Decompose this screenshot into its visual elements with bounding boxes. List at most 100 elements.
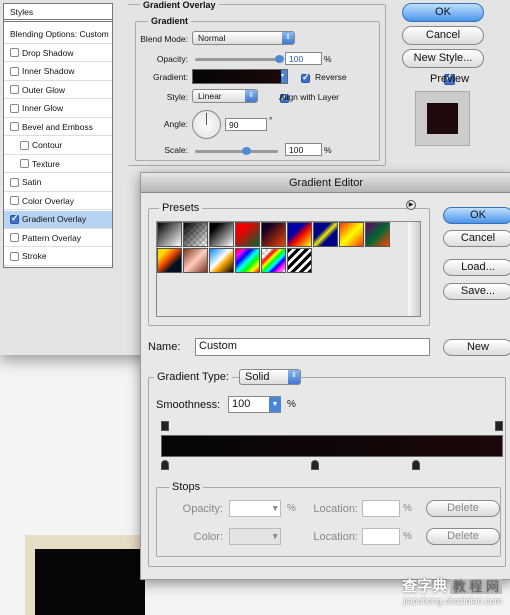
- preset-swatch[interactable]: [183, 248, 208, 273]
- style-item-label: Inner Shadow: [22, 66, 75, 76]
- dropdown-arrow-icon[interactable]: ▼: [271, 531, 279, 541]
- preset-swatch[interactable]: [287, 248, 312, 273]
- cancel-button[interactable]: Cancel: [402, 26, 484, 45]
- opacity-slider-knob[interactable]: [275, 55, 284, 63]
- opacity-label: Opacity:: [156, 54, 188, 64]
- dropdown-arrow-icon[interactable]: ▼: [271, 503, 279, 513]
- preset-swatch[interactable]: [261, 248, 286, 273]
- align-with-layer-label: Align with Layer: [279, 92, 340, 102]
- updown-arrow-icon: ⇕: [288, 370, 300, 384]
- preset-swatch[interactable]: [157, 222, 182, 247]
- style-item[interactable]: Styles: [4, 4, 112, 22]
- style-checkbox[interactable]: [10, 85, 19, 94]
- style-checkbox[interactable]: [10, 177, 19, 187]
- opacity-stop[interactable]: [495, 421, 503, 431]
- name-input[interactable]: Custom: [195, 338, 430, 356]
- style-item[interactable]: Outer Glow: [4, 81, 112, 99]
- preview-label: Preview: [430, 73, 470, 85]
- style-checkbox[interactable]: [10, 66, 19, 76]
- style-item[interactable]: Satin: [4, 174, 112, 192]
- preset-swatch[interactable]: [365, 222, 390, 247]
- color-stop[interactable]: [311, 460, 320, 470]
- preset-swatch[interactable]: [209, 248, 234, 273]
- delete-opacity-stop-button[interactable]: Delete: [426, 500, 500, 517]
- dropdown-arrow-icon[interactable]: ▾: [281, 70, 287, 83]
- preset-swatch[interactable]: [287, 222, 312, 247]
- scale-slider-knob[interactable]: [242, 147, 251, 155]
- style-item-label: Gradient Overlay: [22, 214, 87, 224]
- style-select[interactable]: Linear ⇕: [192, 89, 258, 103]
- opacity-stop[interactable]: [161, 421, 169, 431]
- style-checkbox[interactable]: [10, 103, 19, 113]
- style-item[interactable]: Stroke: [4, 248, 112, 266]
- cancel-button[interactable]: Cancel: [443, 230, 510, 247]
- opacity-slider[interactable]: [195, 55, 284, 63]
- canvas-image: [25, 535, 145, 615]
- opacity-input[interactable]: 100: [285, 52, 322, 65]
- delete-color-stop-button[interactable]: Delete: [426, 528, 500, 545]
- style-item-label: Drop Shadow: [22, 47, 74, 58]
- style-item[interactable]: Gradient Overlay: [4, 210, 112, 229]
- style-item-label: Outer Glow: [22, 84, 65, 95]
- style-label: Style:: [166, 92, 188, 102]
- preset-swatch[interactable]: [235, 248, 260, 273]
- style-item[interactable]: Bevel and Emboss: [4, 118, 112, 136]
- preset-swatch[interactable]: [157, 248, 182, 273]
- color-stop[interactable]: [411, 460, 420, 470]
- presets-scrollbar[interactable]: [408, 222, 420, 316]
- watermark-text: 查字典: [402, 578, 448, 595]
- scale-slider[interactable]: [195, 147, 278, 155]
- style-checkbox[interactable]: [10, 213, 19, 224]
- style-item[interactable]: Inner Shadow: [4, 63, 112, 81]
- style-checkbox[interactable]: [10, 251, 19, 261]
- reverse-checkbox[interactable]: [301, 72, 310, 83]
- blend-mode-select[interactable]: Normal ⇕: [192, 31, 295, 45]
- style-item[interactable]: Texture: [4, 155, 112, 173]
- blend-mode-label: Blend Mode:: [140, 34, 188, 44]
- style-value: Linear: [198, 91, 222, 101]
- preset-swatch[interactable]: [339, 222, 364, 247]
- color-location-input[interactable]: [362, 528, 400, 545]
- angle-input[interactable]: 90: [225, 118, 267, 131]
- preset-swatch[interactable]: [235, 222, 260, 247]
- style-checkbox[interactable]: [10, 233, 19, 242]
- scale-input[interactable]: 100: [285, 143, 322, 156]
- style-checkbox[interactable]: [10, 48, 19, 57]
- style-item[interactable]: Blending Options: Custom: [4, 26, 112, 44]
- new-button[interactable]: New: [443, 339, 510, 356]
- style-item-label: Inner Glow: [22, 103, 64, 113]
- angle-dial[interactable]: [192, 110, 221, 139]
- style-checkbox[interactable]: [20, 159, 29, 168]
- style-checkbox[interactable]: [10, 196, 19, 205]
- style-item[interactable]: Pattern Overlay: [4, 229, 112, 247]
- window-title: Gradient Editor: [141, 173, 510, 193]
- preset-swatch[interactable]: [261, 222, 286, 247]
- style-item[interactable]: Drop Shadow: [4, 44, 112, 62]
- ok-button[interactable]: OK: [443, 207, 510, 224]
- preset-swatch[interactable]: [183, 222, 208, 247]
- preset-swatch[interactable]: [313, 222, 338, 247]
- new-style-button[interactable]: New Style...: [402, 49, 484, 68]
- preset-swatch[interactable]: [209, 222, 234, 247]
- style-item[interactable]: Inner Glow: [4, 100, 112, 118]
- presets-menu-icon[interactable]: ▶: [406, 200, 416, 210]
- load-button[interactable]: Load...: [443, 259, 510, 276]
- style-checkbox[interactable]: [20, 140, 29, 150]
- gradient-editor-window: Gradient Editor Presets ▶ OK Cancel Load…: [140, 172, 510, 580]
- gradient-picker[interactable]: ▾: [192, 69, 288, 84]
- ok-button[interactable]: OK: [402, 3, 484, 22]
- style-item[interactable]: Color Overlay: [4, 192, 112, 210]
- scale-label: Scale:: [164, 145, 188, 155]
- color-stop[interactable]: [161, 460, 169, 470]
- dropdown-arrow-icon[interactable]: ▼: [269, 397, 281, 412]
- opacity-location-input[interactable]: [362, 500, 400, 517]
- opacity-location-label: Location:: [313, 503, 358, 515]
- section-title: Gradient Overlay: [140, 0, 219, 10]
- style-item[interactable]: Contour: [4, 137, 112, 155]
- gradient-type-value: Solid: [245, 371, 270, 383]
- save-button[interactable]: Save...: [443, 283, 510, 300]
- gradient-bar[interactable]: [161, 435, 503, 457]
- style-item-label: Stroke: [22, 251, 47, 261]
- gradient-type-select[interactable]: Solid ⇕: [239, 369, 301, 385]
- style-checkbox[interactable]: [10, 122, 19, 131]
